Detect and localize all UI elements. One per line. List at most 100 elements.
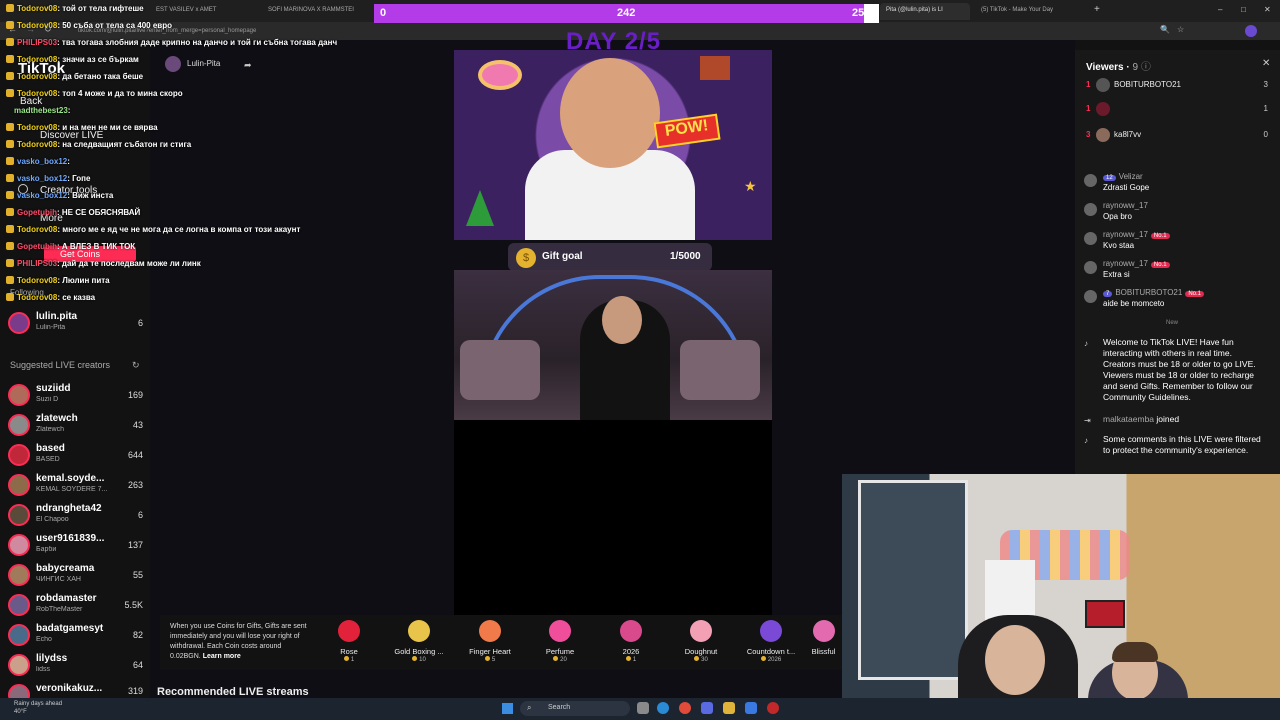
chat-text: : Виж инста (67, 191, 114, 200)
host-avatar[interactable] (165, 56, 181, 72)
system-welcome-message: ♪ Welcome to TikTok LIVE! Have fun intera… (1084, 337, 1256, 402)
chat-comment[interactable]: 7 BOBITURBOTO21 No.1 aide be momceto (1084, 288, 1269, 312)
close-panel-icon[interactable]: ✕ (1262, 58, 1270, 69)
app-icon[interactable] (745, 702, 757, 714)
webcam-person-head (985, 625, 1045, 695)
chat-overlay-line: Todorov08: 50 съба от тела са 400 евро (6, 21, 172, 30)
rank-badge: No.1 (1185, 291, 1205, 297)
refresh-icon[interactable]: ↻ (132, 360, 140, 371)
edge-icon[interactable] (657, 702, 669, 714)
rank-icon (6, 293, 14, 301)
maximize-icon[interactable]: □ (1241, 5, 1246, 14)
avatar (1096, 78, 1110, 92)
suggested-creator-item[interactable]: based BASED 644 (8, 442, 143, 470)
minimize-icon[interactable]: – (1218, 5, 1222, 14)
creator-name: kemal.soyde... (36, 473, 105, 484)
blissful-icon (812, 620, 835, 642)
gift-blissful[interactable]: Blissful (805, 620, 842, 670)
top-viewer-row[interactable]: 1 BOBITURBOTO21 3 (1086, 78, 1268, 94)
profile-avatar[interactable] (1245, 25, 1257, 37)
viewer-count: 5.5K (124, 600, 143, 610)
suggested-creator-item[interactable]: kemal.soyde... KEMAL SOYDERE 7... 263 (8, 472, 143, 500)
gift-price: 1 (600, 656, 662, 663)
zoom-icon[interactable]: 🔍 (1160, 25, 1170, 34)
avatar (8, 534, 30, 556)
chat-text: : да бетано така беше (57, 72, 144, 81)
creator-name: lilydss (36, 653, 68, 664)
browser-tab[interactable]: (5) TikTok - Make Your Day (975, 3, 1085, 20)
viewer-count: 644 (127, 450, 143, 460)
suggested-creator-item[interactable]: robdamaster RobTheMaster 5.5K (8, 592, 143, 620)
browser-tab-active[interactable]: Pita (@lulin.pita) is LI (880, 3, 970, 20)
file-explorer-icon[interactable] (723, 702, 735, 714)
gift-rose[interactable]: Rose 1 (318, 620, 380, 670)
tiktok-icon: ♪ (1084, 339, 1088, 348)
chat-comment[interactable]: 12 Velizar Zdrasti Gope (1084, 172, 1269, 196)
chat-text: : се казва (57, 293, 96, 302)
suggested-creator-item[interactable]: zlatewch Zlatewch 43 (8, 412, 143, 440)
suggested-creator-item[interactable]: suziidd Suzii D 169 (8, 382, 143, 410)
rank-badge: No.1 (1150, 262, 1170, 268)
obs-icon[interactable] (767, 702, 779, 714)
gift-price: 5 (459, 656, 521, 663)
gift-countdown[interactable]: Countdown t... 2026 (740, 620, 802, 670)
doughnut-icon (690, 620, 712, 642)
creator-nickname: Барби (36, 546, 57, 553)
learn-more-link[interactable]: Learn more (203, 653, 241, 660)
chat-comment[interactable]: raynoww_17 Opa bro (1084, 201, 1269, 225)
browser-tab[interactable]: EST VASILEV x AMET (150, 3, 260, 20)
chat-user: Todorov08 (17, 72, 58, 81)
comment-user: raynoww_17 (1103, 259, 1148, 268)
chat-overlay-line: Todorov08: на следващият събатон ги стиг… (6, 140, 191, 149)
gift-doughnut[interactable]: Doughnut 30 (670, 620, 732, 670)
suggested-creator-item[interactable]: babycreama ЧИНГИС ХАН 55 (8, 562, 143, 590)
artwork-figure-face (560, 58, 660, 168)
windows-start-icon[interactable] (502, 703, 513, 714)
rank-icon (6, 4, 14, 12)
suggested-creator-item[interactable]: badatgamesyt Echo 82 (8, 622, 143, 650)
following-item[interactable]: lulin.pita Lulin-Pita 6 (8, 310, 143, 338)
chat-user: vasko_box12 (17, 157, 68, 166)
suggested-creator-item[interactable]: lilydss lidss 64 (8, 652, 143, 680)
avatar (8, 312, 30, 334)
chat-user: Todorov08 (17, 140, 58, 149)
share-icon[interactable]: ➦ (244, 60, 252, 71)
new-messages-divider[interactable]: New (1166, 320, 1178, 326)
avatar (1084, 232, 1097, 245)
rank-icon (6, 208, 14, 216)
gift-gold-boxing[interactable]: Gold Boxing ... 10 (388, 620, 450, 670)
top-viewer-row[interactable]: 11 (1086, 102, 1268, 118)
countdown-icon (760, 620, 782, 642)
chat-user: Todorov08 (17, 123, 58, 132)
gift-2026[interactable]: 2026 1 (600, 620, 662, 670)
weather-widget[interactable]: Rainy days ahead 40°F (14, 700, 62, 716)
rank-icon (6, 89, 14, 97)
gift-price: 2026 (740, 656, 802, 663)
avatar (8, 474, 30, 496)
recommended-streams-title: Recommended LIVE streams (157, 686, 309, 698)
bookmark-star-icon[interactable]: ☆ (1177, 25, 1184, 34)
taskbar-search[interactable]: Search (520, 701, 630, 716)
chat-text: : дай да те последвам може ли линк (57, 259, 201, 268)
suggested-creator-item[interactable]: veronikakuz... 319 (8, 682, 143, 698)
chat-comment[interactable]: raynoww_17 No.1 Extra si (1084, 259, 1269, 283)
joined-message: ⇥ malkataemba joined (1084, 414, 1180, 425)
suggested-creator-item[interactable]: user9161839... Барби 137 (8, 532, 143, 560)
chrome-icon[interactable] (679, 702, 691, 714)
info-icon[interactable]: ⓘ (1141, 62, 1151, 73)
top-viewer-row[interactable]: 3 ka8l7vv 0 (1086, 128, 1268, 144)
chat-overlay-line: Todorov08: топ 4 може и да то мина скоро (6, 89, 183, 98)
close-icon[interactable]: ✕ (1264, 5, 1271, 14)
gift-finger-heart[interactable]: Finger Heart 5 (459, 620, 521, 670)
gift-perfume[interactable]: Perfume 20 (529, 620, 591, 670)
host-name[interactable]: Lulin-Pita (187, 59, 220, 68)
task-view-icon[interactable] (637, 702, 649, 714)
suggested-creator-item[interactable]: ndrangheta42 El Chapoo 6 (8, 502, 143, 530)
discord-icon[interactable] (701, 702, 713, 714)
browser-tab[interactable]: SOFI MARINOVA X RAMMSTEI (262, 3, 372, 20)
new-tab-button[interactable]: + (1094, 4, 1100, 15)
viewer-count: 169 (127, 390, 143, 400)
chat-comment[interactable]: raynoww_17 No.1 Kvo staa (1084, 230, 1269, 254)
chat-overlay-line: Todorov08: много ме е яд че не мога да с… (6, 225, 300, 234)
chat-text: : на следващият събатон ги стига (57, 140, 192, 149)
